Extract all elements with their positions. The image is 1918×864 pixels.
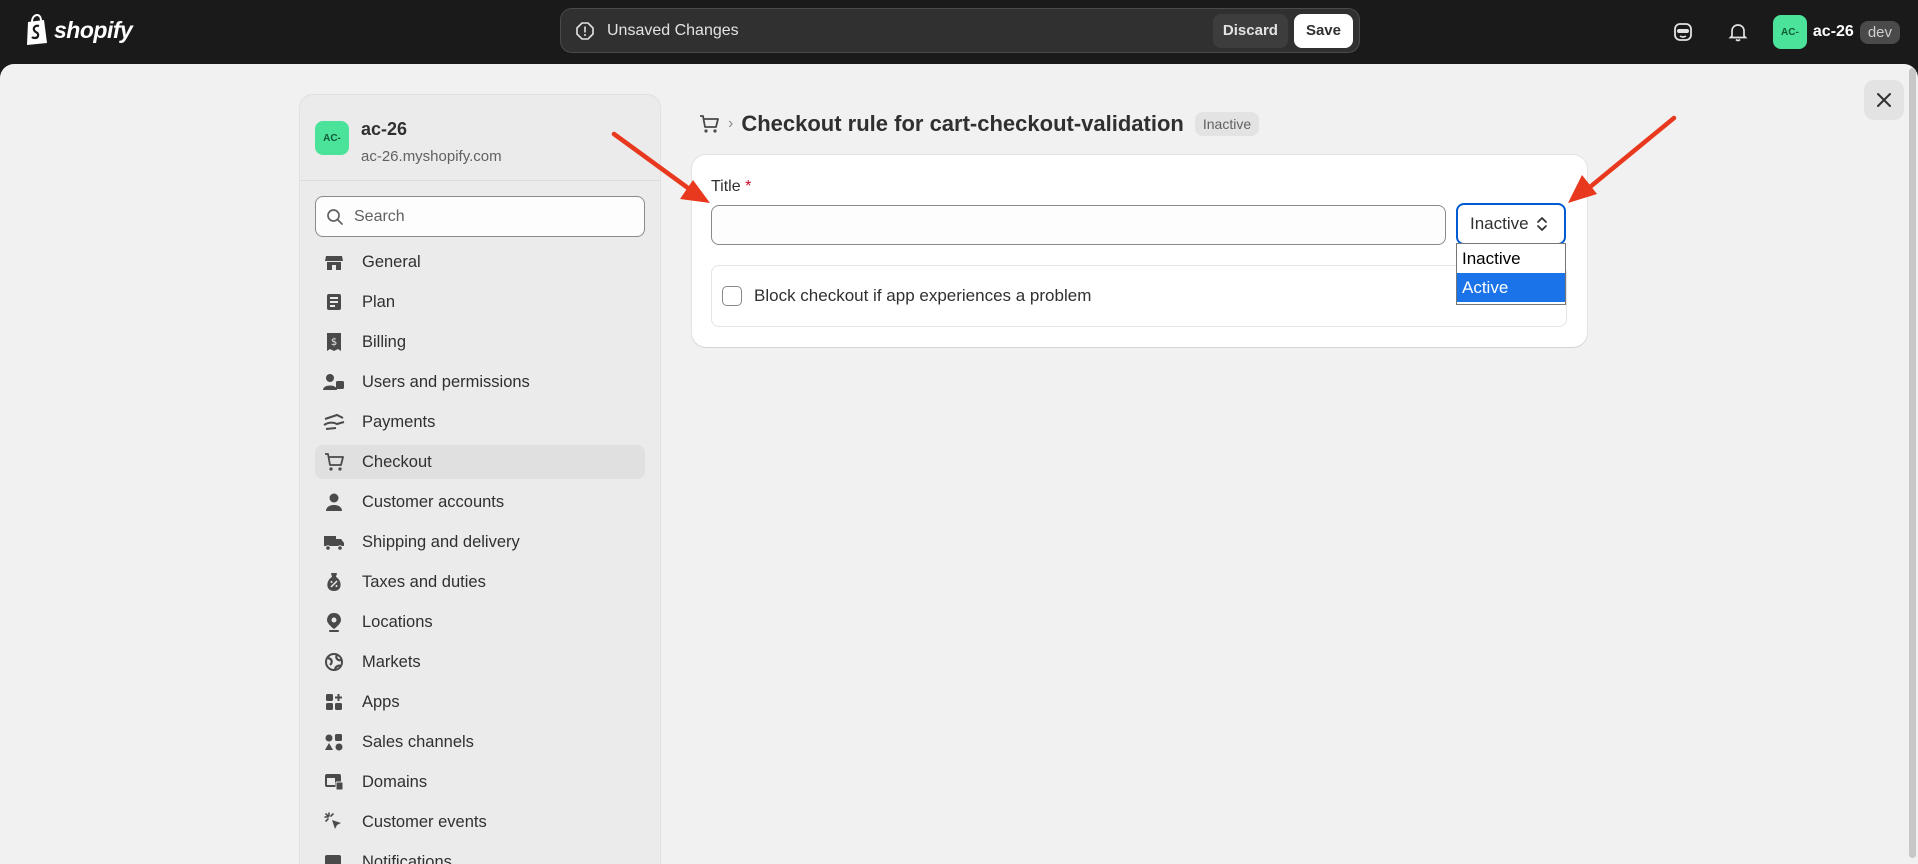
sidebar-item-customer-accounts[interactable]: Customer accounts (315, 485, 645, 519)
unsaved-changes-bar: Unsaved Changes Discard Save (560, 8, 1360, 53)
search-icon (327, 208, 343, 225)
required-marker: * (745, 178, 752, 195)
rule-form-card: Title * Inactive Inactive Active Block c… (692, 155, 1587, 347)
channels-icon (323, 732, 345, 752)
receipt-icon: $ (323, 332, 345, 352)
shopify-bag-icon (27, 14, 47, 45)
sidebar-item-label: General (362, 252, 421, 271)
person-icon (323, 492, 345, 512)
sidebar-item-users[interactable]: Users and permissions (315, 365, 645, 399)
avatar: AC- (315, 121, 349, 155)
discard-button[interactable]: Discard (1212, 13, 1288, 48)
close-button[interactable] (1864, 80, 1904, 120)
sidebar-item-label: Markets (362, 652, 421, 671)
warning-icon (576, 21, 594, 40)
search-box[interactable] (315, 196, 645, 237)
sidebar-item-label: Plan (362, 292, 396, 311)
sidebar-item-shipping[interactable]: Shipping and delivery (315, 525, 645, 559)
title-input[interactable] (711, 205, 1446, 245)
sidebar-item-label: Customer events (362, 812, 487, 831)
domain-icon (323, 772, 345, 792)
sidebar-item-plan[interactable]: Plan (315, 285, 645, 319)
cart-icon (323, 452, 345, 472)
sidebar-item-taxes[interactable]: Taxes and duties (315, 565, 645, 599)
sidebar-item-customer-events[interactable]: Customer events (315, 805, 645, 839)
location-icon (323, 612, 345, 632)
settings-nav: General Plan $ Billing Users and permiss… (300, 245, 660, 864)
sidebar-item-markets[interactable]: Markets (315, 645, 645, 679)
status-select[interactable]: Inactive (1456, 203, 1566, 245)
store-name[interactable]: ac-26 (1813, 23, 1854, 41)
sidebar-item-label: Billing (362, 332, 407, 351)
sidebar-item-domains[interactable]: Domains (315, 765, 645, 799)
page-title: Checkout rule for cart-checkout-validati… (741, 111, 1184, 136)
plan-icon (323, 292, 345, 312)
users-icon (323, 372, 345, 392)
notifications-button[interactable] (1718, 12, 1758, 52)
save-button[interactable]: Save (1293, 13, 1353, 48)
top-bar: shopify Unsaved Changes Discard Save AC-… (0, 0, 1918, 64)
status-options-dropdown: Inactive Active (1456, 243, 1566, 305)
bell-icon (1728, 24, 1748, 42)
apps-icon (323, 692, 345, 712)
store-url: ac-26.myshopify.com (361, 148, 502, 165)
sidebar-item-apps[interactable]: Apps (315, 685, 645, 719)
cursor-icon (323, 812, 345, 832)
option-inactive[interactable]: Inactive (1457, 244, 1565, 273)
env-badge: dev (1859, 20, 1900, 44)
sidebar-item-label: Customer accounts (362, 492, 505, 511)
block-checkout-row: Block checkout if app experiences a prob… (711, 265, 1567, 327)
logo-text: shopify (54, 16, 133, 43)
settings-modal: AC- ac-26 ac-26.myshopify.com General Pl… (0, 64, 1918, 864)
sidebar-item-locations[interactable]: Locations (315, 605, 645, 639)
sidebar-item-label: Taxes and duties (362, 572, 486, 591)
notification-icon (323, 852, 345, 864)
store-avatar[interactable]: AC- (1772, 15, 1807, 49)
sidebar-item-label: Users and permissions (362, 372, 530, 391)
globe-icon (323, 652, 345, 672)
title-label: Title * (711, 178, 751, 196)
sidebar-item-label: Apps (362, 692, 400, 711)
settings-sidebar: AC- ac-26 ac-26.myshopify.com General Pl… (299, 94, 661, 864)
option-active[interactable]: Active (1457, 273, 1565, 302)
close-icon (1877, 93, 1891, 107)
search-input[interactable] (354, 207, 614, 226)
sidekick-button[interactable] (1663, 12, 1703, 52)
store-header[interactable]: AC- ac-26 ac-26.myshopify.com (300, 95, 660, 181)
chevron-right-icon: › (728, 115, 734, 132)
status-badge: Inactive (1194, 112, 1260, 136)
sidebar-item-label: Shipping and delivery (362, 532, 520, 551)
truck-icon (323, 532, 345, 552)
unsaved-changes-message: Unsaved Changes (607, 21, 739, 39)
status-select-value: Inactive (1470, 214, 1529, 233)
breadcrumb: › Checkout rule for cart-checkout-valida… (698, 111, 1260, 137)
top-right-actions: AC- ac-26 dev (1663, 12, 1900, 52)
hand-card-icon (323, 412, 345, 432)
sidebar-item-checkout[interactable]: Checkout (315, 445, 645, 479)
cart-icon[interactable] (698, 113, 720, 135)
store-title: ac-26 (361, 119, 408, 139)
sidebar-item-billing[interactable]: $ Billing (315, 325, 645, 359)
sidebar-item-notifications[interactable]: Notifications (315, 845, 645, 864)
svg-text:$: $ (331, 337, 337, 348)
sidebar-item-general[interactable]: General (315, 245, 645, 279)
sidebar-item-payments[interactable]: Payments (315, 405, 645, 439)
sidebar-item-label: Notifications (362, 852, 452, 864)
scrollbar[interactable] (1909, 68, 1916, 858)
chevron-up-down-icon (1536, 217, 1547, 231)
sidebar-item-sales-channels[interactable]: Sales channels (315, 725, 645, 759)
block-checkout-label[interactable]: Block checkout if app experiences a prob… (754, 286, 1091, 306)
tax-icon (323, 572, 345, 592)
block-checkout-checkbox[interactable] (722, 286, 742, 306)
sidebar-item-label: Payments (362, 412, 436, 431)
sidebar-item-label: Sales channels (362, 732, 474, 751)
sidebar-item-label: Domains (362, 772, 428, 791)
shopify-logo[interactable]: shopify (24, 14, 133, 46)
sidekick-icon (1673, 23, 1692, 41)
sidebar-item-label: Checkout (362, 452, 432, 471)
store-icon (323, 252, 345, 272)
sidebar-item-label: Locations (362, 612, 433, 631)
title-label-text: Title (711, 178, 741, 195)
